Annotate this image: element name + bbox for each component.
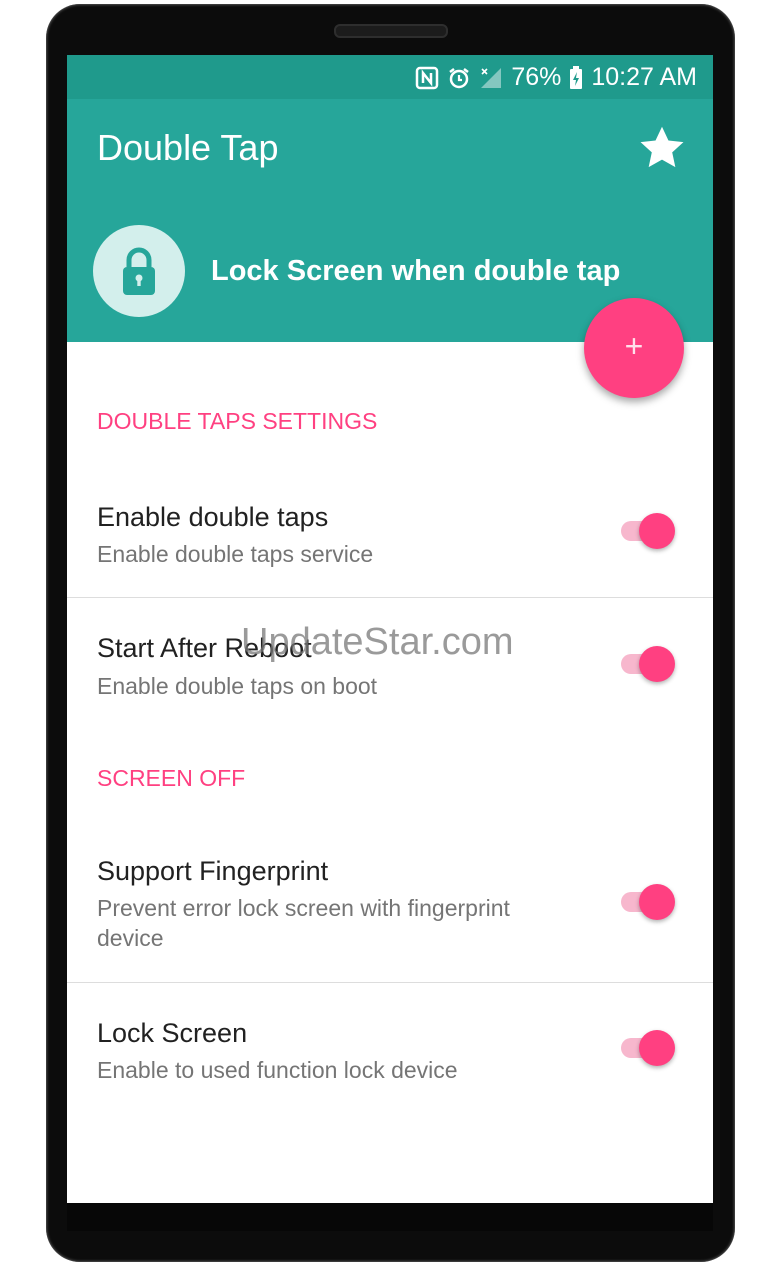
alarm-icon bbox=[447, 66, 471, 90]
toggle-thumb bbox=[639, 513, 675, 549]
toggle-thumb bbox=[639, 884, 675, 920]
battery-percent: 76% bbox=[511, 63, 562, 91]
toggle-switch[interactable] bbox=[621, 1028, 679, 1068]
setting-row-lock-screen[interactable]: Lock Screen Enable to used function lock… bbox=[67, 983, 713, 1108]
battery-charging-icon bbox=[569, 65, 583, 90]
star-icon[interactable] bbox=[637, 123, 687, 173]
status-bar: 76% 10:27 AM bbox=[67, 55, 713, 99]
section-header-screen-off: SCREEN OFF bbox=[97, 765, 246, 791]
setting-row-start-after-reboot[interactable]: Start After Reboot Enable double taps on… bbox=[67, 598, 713, 728]
nfc-icon bbox=[415, 66, 439, 90]
setting-subtitle: Enable to used function lock device bbox=[97, 1057, 458, 1083]
header-description: Lock Screen when double tap bbox=[211, 255, 621, 287]
toggle-switch[interactable] bbox=[621, 644, 679, 684]
setting-row-enable-double-taps[interactable]: Enable double taps Enable double taps se… bbox=[67, 475, 713, 598]
phone-frame: 76% 10:27 AM Double Tap Lock Screen when… bbox=[46, 4, 735, 1262]
status-time: 10:27 AM bbox=[591, 63, 697, 91]
toggle-switch[interactable] bbox=[621, 511, 679, 551]
section-header-double-taps: DOUBLE TAPS SETTINGS bbox=[97, 408, 378, 434]
signal-icon bbox=[479, 66, 503, 90]
setting-subtitle: Prevent error lock screen with fingerpri… bbox=[97, 895, 510, 951]
phone-bottom-bezel bbox=[67, 1203, 713, 1231]
setting-subtitle: Enable double taps on boot bbox=[97, 673, 378, 699]
toggle-thumb bbox=[639, 646, 675, 682]
phone-speaker bbox=[334, 24, 448, 38]
add-button[interactable]: + bbox=[584, 298, 684, 398]
app-title: Double Tap bbox=[97, 127, 279, 168]
setting-subtitle: Enable double taps service bbox=[97, 541, 374, 567]
app-screen: 76% 10:27 AM Double Tap Lock Screen when… bbox=[67, 55, 713, 1203]
toggle-thumb bbox=[639, 1030, 675, 1066]
setting-title: Start After Reboot bbox=[97, 633, 312, 663]
setting-title: Support Fingerprint bbox=[97, 856, 329, 886]
setting-row-support-fingerprint[interactable]: Support Fingerprint Prevent error lock s… bbox=[67, 835, 713, 982]
toggle-switch[interactable] bbox=[621, 882, 679, 922]
setting-title: Lock Screen bbox=[97, 1018, 248, 1048]
lock-icon bbox=[93, 225, 185, 317]
setting-title: Enable double taps bbox=[97, 502, 329, 532]
